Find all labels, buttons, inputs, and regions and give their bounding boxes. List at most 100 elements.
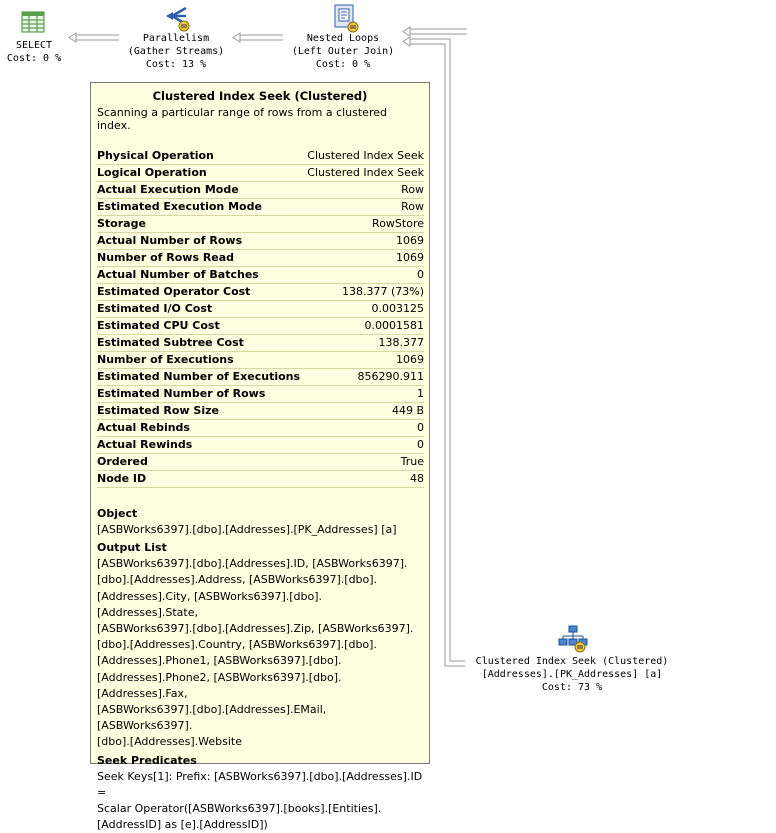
- property-row: Actual Number of Batches 0: [97, 267, 424, 284]
- tooltip-output-heading: Output List: [97, 541, 167, 555]
- clustered-index-seek-cost: Cost: 73 %: [541, 682, 603, 693]
- property-key: Actual Execution Mode: [97, 183, 239, 196]
- tooltip-output-list: [ASBWorks6397].[dbo].[Addresses].ID, [AS…: [97, 556, 423, 750]
- tooltip-object-value: [ASBWorks6397].[dbo].[Addresses].[PK_Add…: [97, 523, 397, 536]
- tooltip-properties: Physical Operation Clustered Index Seek Lo…: [97, 148, 424, 488]
- property-key: Estimated Row Size: [97, 404, 219, 417]
- property-key: Estimated Execution Mode: [97, 200, 262, 213]
- property-row: Estimated Operator Cost 138.377 (73%): [97, 284, 424, 301]
- parallelism-node-sub: (Gather Streams): [127, 46, 225, 57]
- tooltip-object-section: Object [ASBWorks6397].[dbo].[Addresses].…: [97, 506, 423, 538]
- property-key: Actual Rebinds: [97, 421, 190, 434]
- property-value: 449 B: [391, 404, 424, 417]
- tooltip-object-heading: Object: [97, 507, 138, 520]
- tooltip-seek-predicates: Seek Keys[1]: Prefix: [ASBWorks6397].[db…: [97, 769, 423, 833]
- parallelism-node-cost: Cost: 13 %: [145, 59, 207, 70]
- parallelism-node-name: Parallelism: [142, 33, 210, 44]
- property-key: Number of Executions: [97, 353, 234, 366]
- parallelism-icon[interactable]: [164, 4, 190, 32]
- property-key: Logical Operation: [97, 166, 207, 179]
- property-value: 0.003125: [371, 302, 425, 315]
- output-list-line: [dbo].[Addresses].Country, [ASBWorks6397…: [97, 638, 377, 652]
- output-list-line: [ASBWorks6397].[dbo].[Addresses].ID, [AS…: [97, 557, 408, 571]
- operator-tooltip: Clustered Index Seek (Clustered) Scannin…: [90, 82, 430, 831]
- output-list-line: [ASBWorks6397].[dbo].[Addresses].EMail, …: [97, 703, 327, 733]
- property-row: Estimated Subtree Cost 138.377: [97, 335, 424, 352]
- property-row: Storage RowStore: [97, 216, 424, 233]
- seek-predicate-line: [AddressID] as [e].[AddressID]): [97, 818, 268, 832]
- tooltip-description: Scanning a particular range of rows from…: [97, 106, 387, 132]
- property-key: Actual Number of Rows: [97, 234, 243, 247]
- output-list-line: [ASBWorks6397].[dbo].[Addresses].Zip, [A…: [97, 622, 414, 636]
- property-row: Number of Executions 1069: [97, 352, 424, 369]
- select-node-name: SELECT: [15, 40, 53, 51]
- property-key: Number of Rows Read: [97, 251, 235, 264]
- property-value: 1069: [396, 251, 424, 264]
- property-value: 856290.911: [357, 370, 424, 383]
- property-key: Estimated I/O Cost: [97, 302, 213, 315]
- output-list-line: [Addresses].City, [ASBWorks6397].[dbo].[…: [97, 589, 323, 619]
- select-node-cost: Cost: 0 %: [6, 53, 62, 64]
- property-value: 0: [417, 268, 424, 281]
- property-row: Actual Rebinds 0: [97, 420, 424, 437]
- property-row: Logical Operation Clustered Index Seek: [97, 165, 424, 182]
- property-value: 138.377: [378, 336, 425, 349]
- property-value: 1069: [396, 353, 424, 366]
- tooltip-seek-heading: Seek Predicates: [97, 753, 197, 767]
- select-node[interactable]: SELECT Cost: 0 %: [0, 39, 68, 65]
- property-value: Clustered Index Seek: [307, 149, 424, 162]
- property-key: Node ID: [97, 472, 147, 485]
- select-icon[interactable]: [21, 10, 45, 34]
- property-row: Estimated CPU Cost 0.0001581: [97, 318, 424, 335]
- seek-predicate-line: Seek Keys[1]: Prefix: [ASBWorks6397].[db…: [97, 769, 423, 799]
- property-key: Estimated Number of Rows: [97, 387, 266, 400]
- arrow-nested-loops-to-parallelism: [232, 32, 283, 43]
- property-key: Estimated Operator Cost: [97, 285, 251, 298]
- property-value: Row: [401, 200, 424, 213]
- clustered-index-seek-sub: [Addresses].[PK_Addresses] [a]: [481, 669, 663, 680]
- property-key: Estimated CPU Cost: [97, 319, 220, 332]
- parallelism-node[interactable]: Parallelism (Gather Streams) Cost: 13 %: [120, 32, 232, 71]
- tooltip-title: Clustered Index Seek (Clustered): [152, 89, 368, 103]
- property-row: Actual Rewinds 0: [97, 437, 424, 454]
- output-list-line: [Addresses].Phone1, [ASBWorks6397].[dbo]…: [97, 654, 342, 668]
- property-value: Clustered Index Seek: [307, 166, 424, 179]
- output-list-line: [dbo].[Addresses].Address, [ASBWorks6397…: [97, 573, 378, 587]
- property-value: 138.377 (73%): [341, 285, 424, 298]
- property-key: Estimated Subtree Cost: [97, 336, 244, 349]
- output-list-line: [dbo].[Addresses].Website: [97, 735, 243, 749]
- nested-loops-node[interactable]: Nested Loops (Left Outer Join) Cost: 0 %: [284, 32, 402, 71]
- property-row: Actual Execution Mode Row: [97, 182, 424, 199]
- property-row: Estimated Number of Executions 856290.911: [97, 369, 424, 386]
- clustered-index-seek-icon[interactable]: [558, 625, 588, 653]
- property-key: Estimated Number of Executions: [97, 370, 301, 383]
- property-value: 0: [417, 421, 424, 434]
- property-value: Row: [401, 183, 424, 196]
- tooltip-output-section: Output List [ASBWorks6397].[dbo].[Addres…: [97, 540, 423, 750]
- property-key: Actual Rewinds: [97, 438, 193, 451]
- property-value: 1: [417, 387, 424, 400]
- arrow-parallelism-to-select: [68, 32, 119, 43]
- property-row: Estimated Number of Rows 1: [97, 386, 424, 403]
- property-row: Ordered True: [97, 454, 424, 471]
- nested-loops-node-name: Nested Loops: [306, 33, 380, 44]
- property-row: Actual Number of Rows 1069: [97, 233, 424, 250]
- property-key: Storage: [97, 217, 146, 230]
- property-row: Node ID 48: [97, 471, 424, 488]
- property-row: Number of Rows Read 1069: [97, 250, 424, 267]
- property-key: Actual Number of Batches: [97, 268, 259, 281]
- property-value: RowStore: [372, 217, 424, 230]
- output-list-line: [Addresses].Phone2, [ASBWorks6397].[dbo]…: [97, 670, 342, 700]
- property-row: Estimated Execution Mode Row: [97, 199, 424, 216]
- property-row: Estimated I/O Cost 0.003125: [97, 301, 424, 318]
- property-value: 0.0001581: [364, 319, 425, 332]
- seek-predicate-line: Scalar Operator([ASBWorks6397].[books].[…: [97, 802, 382, 816]
- property-key: Ordered: [97, 455, 148, 468]
- property-value: 1069: [396, 234, 424, 247]
- property-value: True: [400, 455, 424, 468]
- nested-loops-icon[interactable]: [332, 3, 360, 33]
- clustered-index-seek-node[interactable]: Clustered Index Seek (Clustered) [Addres…: [462, 655, 682, 694]
- clustered-index-seek-name: Clustered Index Seek (Clustered): [475, 656, 669, 667]
- property-key: Physical Operation: [97, 149, 214, 162]
- nested-loops-node-sub: (Left Outer Join): [291, 46, 395, 57]
